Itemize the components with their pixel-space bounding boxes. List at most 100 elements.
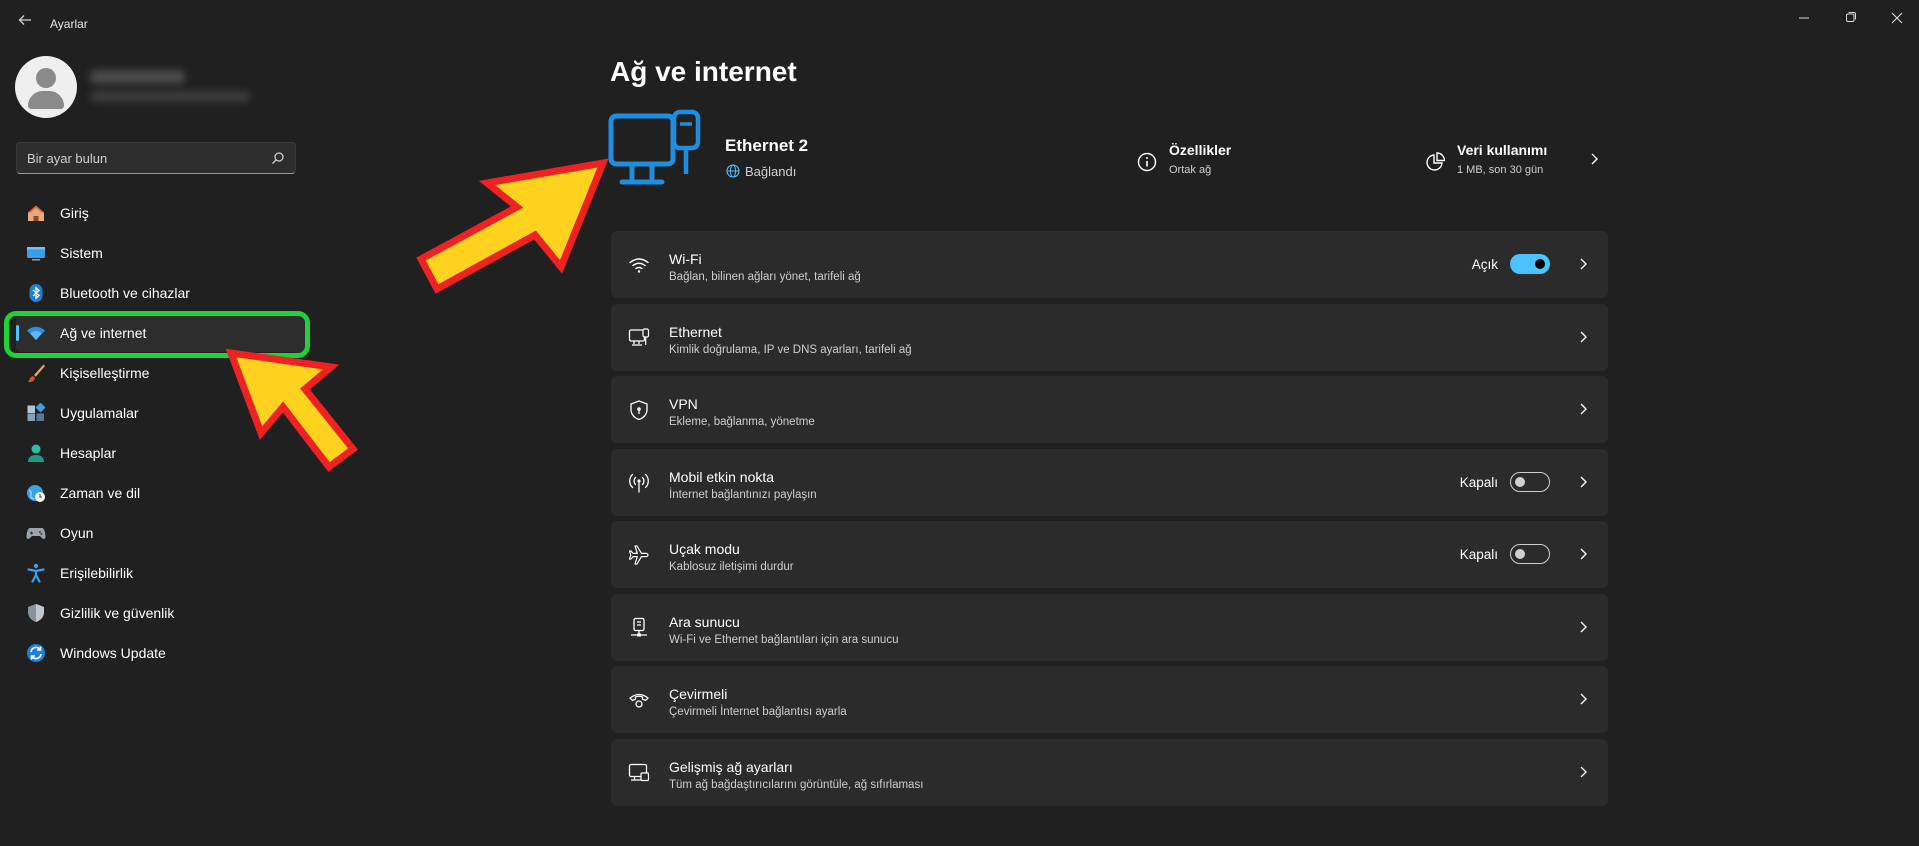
back-button[interactable] [14,12,36,34]
card-subtitle: Kablosuz iletişimi durdur [669,561,794,573]
ethernet-icon [628,327,650,346]
card-title: Wi-Fi [669,251,702,267]
card-title: Ethernet [669,323,722,340]
sidebar-item-label: Bluetooth ve cihazlar [60,285,190,301]
card-mobile-hotspot[interactable]: Mobil etkin nokta İnternet bağlantınızı … [611,448,1608,516]
page-title: Ağ ve internet [610,56,797,87]
sidebar-item-label: Zaman ve dil [60,485,141,501]
settings-list: Wi-Fi Bağlan, bilinen ağları yönet, tari… [611,231,1608,811]
chevron-right-icon [1580,548,1587,560]
search-box[interactable] [16,142,296,174]
card-dialup[interactable]: Çevirmeli Çevirmeli İnternet bağlantısı … [611,666,1608,733]
globe-clock-icon [27,485,45,502]
airplane-toggle[interactable] [1510,544,1550,564]
update-icon [27,644,45,662]
avatar-torso [28,91,64,109]
app-title: Ayarlar [50,17,88,31]
shield-icon [28,604,44,622]
chevron-right-icon [1580,403,1587,415]
avatar[interactable] [15,56,77,118]
chevron-right-icon [1580,331,1587,342]
sidebar-item-kisisellestirme[interactable]: Kişiselleştirme [16,354,306,392]
monitor-icon [27,247,45,261]
wifi-state-label: Açık [1471,257,1498,272]
toggle-knob [1515,549,1525,559]
airplane-icon [628,545,649,565]
wifi-toggle[interactable] [1510,254,1550,274]
card-vpn[interactable]: VPN Ekleme, bağlanma, yönetme [611,376,1608,443]
toggle-knob [1515,476,1525,487]
wifi-icon [629,258,649,273]
chevron-right-icon [1580,476,1587,487]
sidebar-item-sistem[interactable]: Sistem [16,234,306,272]
sidebar-item-label: Windows Update [60,645,166,661]
sidebar-item-windows-update[interactable]: Windows Update [16,634,306,672]
sidebar-item-label: Hesaplar [60,445,117,461]
chevron-right-icon [1580,621,1587,632]
card-ethernet[interactable]: Ethernet Kimlik doğrulama, IP ve DNS aya… [611,303,1608,371]
close-icon [1891,12,1903,24]
chevron-right-icon [1580,693,1587,705]
pie-chart-icon [1426,152,1445,171]
sidebar-item-label: Gizlilik ve güvenlik [60,605,175,621]
maximize-button[interactable] [1828,6,1874,32]
sidebar-item-oyun[interactable]: Oyun [16,514,306,552]
hotspot-toggle[interactable] [1510,471,1550,492]
card-airplane-mode[interactable]: Uçak modu Kablosuz iletişimi durdur Kapa… [611,521,1608,588]
sidebar-item-label: Sistem [60,245,103,261]
connection-status: Bağlandı [745,164,797,179]
sidebar-item-zaman-ve-dil[interactable]: Zaman ve dil [16,474,306,512]
sidebar-item-giris[interactable]: Giriş [16,194,306,232]
card-subtitle: Wi-Fi ve Ethernet bağlantıları için ara … [669,633,899,646]
chevron-right-icon[interactable] [1587,152,1601,166]
wifi-icon [27,326,45,340]
arrow-left-icon [18,15,31,25]
card-subtitle: Tüm ağ bağdaştırıcılarını görüntüle, ağ … [669,778,924,791]
hotspot-icon [629,473,649,493]
sidebar-item-ag-ve-internet[interactable]: Ağ ve internet [16,314,306,352]
sidebar-item-uygulamalar[interactable]: Uygulamalar [16,394,306,432]
ethernet-monitor-icon [608,109,701,185]
info-icon [1137,152,1157,172]
gamepad-icon [26,528,46,539]
apps-icon [27,403,46,421]
home-icon [28,205,44,221]
card-advanced-network[interactable]: Gelişmiş ağ ayarları Tüm ağ bağdaştırıcı… [611,738,1608,806]
sidebar-item-label: Erişilebilirlik [60,565,134,581]
search-icon[interactable] [271,151,285,165]
properties-subtitle: Ortak ağ [1169,164,1212,176]
close-button[interactable] [1874,6,1919,32]
airplane-state-label: Kapalı [1459,547,1498,562]
minimize-button[interactable] [1781,6,1827,32]
data-usage-subtitle: 1 MB, son 30 gün [1457,164,1544,176]
vpn-shield-icon [630,400,648,421]
sidebar-item-bluetooth[interactable]: Bluetooth ve cihazlar [16,274,306,312]
annotation-arrow-hero [416,158,609,294]
hotspot-state-label: Kapalı [1459,474,1498,490]
sidebar-item-gizlilik[interactable]: Gizlilik ve güvenlik [16,594,306,632]
sidebar-item-label: Kişiselleştirme [60,365,150,381]
chevron-right-icon [1580,766,1587,777]
card-title: Ara sunucu [669,613,740,630]
card-title: Gelişmiş ağ ayarları [669,758,793,775]
sidebar-item-label: Uygulamalar [60,405,139,421]
title-bar: Ayarlar [0,0,1919,48]
data-usage-title: Veri kullanımı [1457,142,1548,158]
card-wifi[interactable]: Wi-Fi Bağlan, bilinen ağları yönet, tari… [611,231,1608,298]
profile-email-blurred [90,91,250,102]
accessibility-icon [27,563,45,583]
avatar-head [36,68,56,88]
selection-indicator [16,325,19,341]
proxy-icon [631,617,647,636]
card-proxy[interactable]: Ara sunucu Wi-Fi ve Ethernet bağlantılar… [611,593,1608,661]
bluetooth-icon [29,284,43,302]
sidebar-item-erisilebilirlik[interactable]: Erişilebilirlik [16,554,306,592]
search-input[interactable] [27,149,257,167]
sidebar-item-hesaplar[interactable]: Hesaplar [16,434,306,472]
card-subtitle: İnternet bağlantınızı paylaşın [669,488,817,501]
card-subtitle: Bağlan, bilinen ağları yönet, tarifeli a… [669,271,861,283]
globe-icon [726,164,740,178]
card-subtitle: Ekleme, bağlanma, yönetme [669,416,815,428]
sidebar-item-label: Giriş [60,205,89,221]
maximize-icon [1846,12,1856,22]
